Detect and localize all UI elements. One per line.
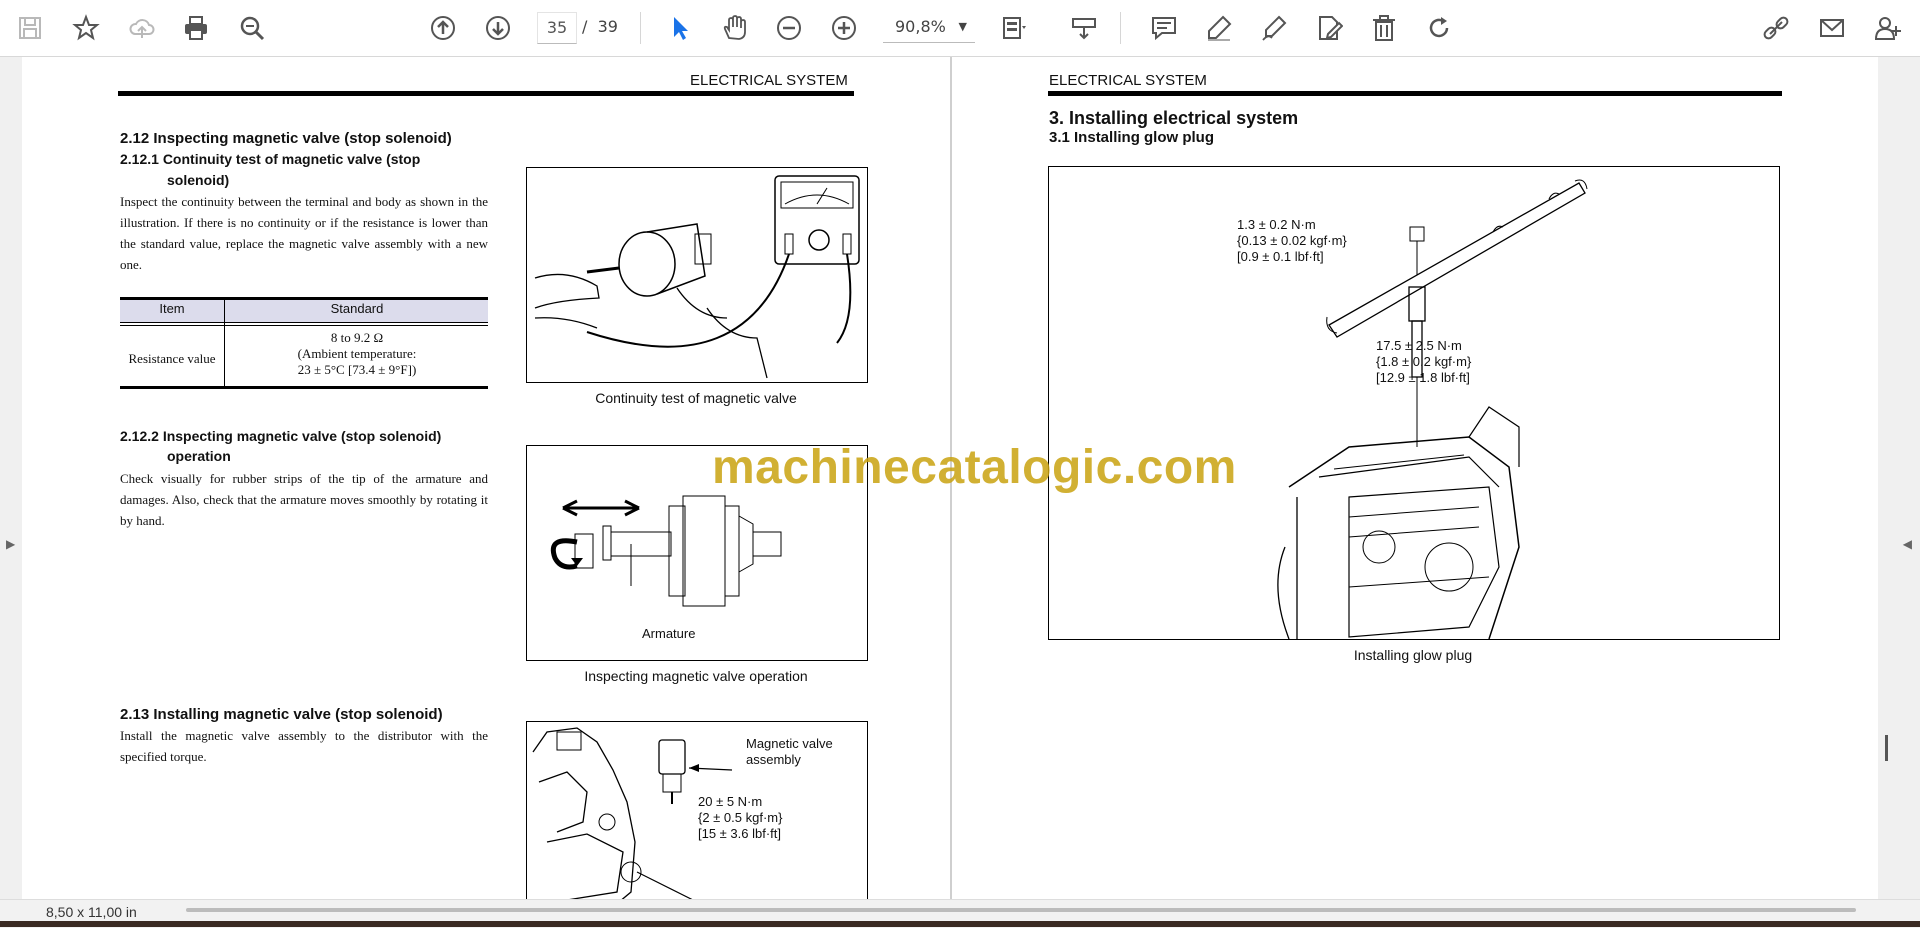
chevron-down-icon: ▼ (958, 20, 967, 33)
paragraph: Check visually for rubber strips of the … (120, 471, 488, 528)
draw-pen-icon[interactable] (1256, 10, 1292, 46)
page-header: ELECTRICAL SYSTEM (690, 72, 848, 89)
attach-link-icon[interactable] (1758, 10, 1794, 46)
figure-label: Armature (642, 626, 696, 641)
torque-spec: 1.3 ± 0.2 N·m {0.13 ± 0.02 kgf·m} [0.9 ± 0… (1237, 217, 1347, 264)
figure-install-valve: Magnetic valve assembly 20 ± 5 N·m {2 ± 0.… (526, 721, 868, 913)
window-bottom-edge (0, 921, 1920, 927)
left-side-panel-handle[interactable]: ▶ (0, 57, 22, 907)
zoom-out-icon[interactable] (771, 10, 807, 46)
table-header-standard: Standard (330, 301, 384, 316)
section-heading: 2.12 Inspecting magnetic valve (stop sol… (120, 130, 452, 147)
save-icon[interactable] (12, 10, 48, 46)
bookmark-star-icon[interactable] (68, 10, 104, 46)
page-fit-icon[interactable] (996, 10, 1032, 46)
figure-glow-plug: 1.3 ± 0.2 N·m {0.13 ± 0.02 kgf·m} [0.9 ± 0… (1048, 166, 1780, 640)
subsection-heading: 2.12.1 Continuity test of magnetic valve… (120, 151, 421, 167)
hand-tool-icon[interactable] (716, 10, 752, 46)
page-header: ELECTRICAL SYSTEM (1049, 72, 1207, 89)
figure-label: Magnetic valve assembly (746, 736, 833, 767)
toolbar: 35 / 39 90,8% ▼ (0, 0, 1920, 57)
subsection-heading-cont: operation (167, 448, 231, 464)
zoom-in-icon[interactable] (826, 10, 862, 46)
sign-document-icon[interactable] (1311, 10, 1347, 46)
vertical-scrollbar-thumb[interactable] (1885, 735, 1888, 761)
paragraph: Install the magnetic valve assembly to t… (120, 728, 488, 764)
comment-icon[interactable] (1146, 10, 1182, 46)
expand-left-panel-icon[interactable]: ▶ (6, 537, 15, 551)
table-cell-values: 8 to 9.2 Ω (Ambient temperature: 23 ± 5°… (297, 330, 417, 377)
print-icon[interactable] (178, 10, 214, 46)
figure-caption: Installing glow plug (1353, 647, 1473, 663)
scroll-mode-icon[interactable] (1066, 10, 1102, 46)
expand-right-panel-icon[interactable]: ◀ (1903, 537, 1912, 551)
section-heading: 2.13 Installing magnetic valve (stop sol… (120, 706, 443, 723)
figure-continuity-test (526, 167, 868, 383)
table-header-item: Item (159, 301, 185, 316)
subsection-heading: 2.12.2 Inspecting magnetic valve (stop s… (120, 428, 442, 444)
page-size-label: 8,50 x 11,00 in (46, 904, 137, 920)
torque-spec: 20 ± 5 N·m {2 ± 0.5 kgf·m} [15 ± 3.6 lbf·f… (698, 794, 783, 841)
right-side-panel-handle[interactable]: ◀ (1878, 57, 1920, 907)
paragraph: Inspect the continuity between the termi… (120, 194, 488, 272)
subsection-heading-cont: solenoid) (167, 172, 230, 188)
cloud-upload-icon[interactable] (124, 10, 160, 46)
delete-trash-icon[interactable] (1366, 10, 1402, 46)
horizontal-scrollbar[interactable] (186, 908, 1856, 912)
highlight-pen-icon[interactable] (1201, 10, 1237, 46)
standard-table: Item Standard Resistance value 8 to 9.2 … (120, 297, 488, 389)
table-cell: Resistance value (128, 351, 216, 366)
add-user-icon[interactable] (1870, 10, 1906, 46)
figure-caption: Continuity test of magnetic valve (595, 390, 797, 406)
figure-caption: Inspecting magnetic valve operation (584, 668, 808, 684)
select-cursor-icon[interactable] (662, 10, 698, 46)
page-number-input[interactable]: 35 (537, 12, 577, 44)
zoom-search-icon[interactable] (234, 10, 270, 46)
page-total: / 39 (582, 17, 618, 36)
subsection-heading: 3.1 Installing glow plug (1049, 129, 1215, 146)
header-rule (118, 91, 854, 96)
previous-page-icon[interactable] (425, 10, 461, 46)
watermark: machinecatalogic.com (712, 441, 1237, 494)
header-rule (1048, 91, 1782, 96)
next-page-icon[interactable] (480, 10, 516, 46)
torque-spec: 17.5 ± 2.5 N·m {1.8 ± 0.2 kgf·m} [12.9 ± 1… (1376, 338, 1472, 385)
section-heading: 3. Installing electrical system (1049, 108, 1299, 128)
email-icon[interactable] (1814, 10, 1850, 46)
redo-rotate-icon[interactable] (1421, 10, 1457, 46)
zoom-level-dropdown[interactable]: 90,8% ▼ (883, 12, 975, 43)
